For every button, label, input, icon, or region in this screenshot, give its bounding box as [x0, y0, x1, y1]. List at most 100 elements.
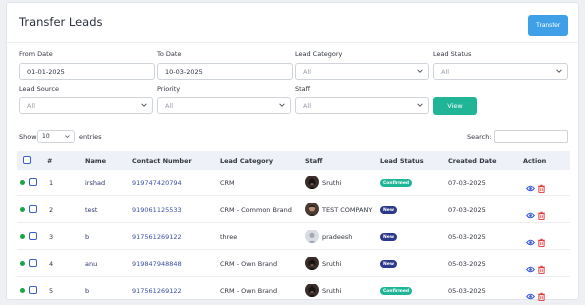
staff-value: All	[303, 101, 312, 110]
lead-category-label: Lead Category	[295, 50, 343, 58]
select-all-checkbox[interactable]	[23, 156, 31, 164]
lead-category-select[interactable]: All	[295, 63, 429, 80]
lead-name: irshad	[85, 179, 106, 187]
staff-name: Sruthi	[322, 179, 342, 187]
avatar	[305, 202, 319, 216]
header-category[interactable]: Lead Category	[220, 157, 273, 165]
priority-select[interactable]: All	[157, 97, 291, 114]
entries-label: entries	[79, 133, 102, 141]
row-number: 3	[49, 233, 54, 241]
table-row: 1 irshad 919747420794 CRM Sruthi Confirmed 07-…	[17, 169, 570, 196]
chevron-down-icon	[417, 103, 423, 107]
chevron-down-icon	[556, 69, 562, 73]
contact-number[interactable]: 917561269122	[132, 287, 182, 295]
row-checkbox[interactable]	[29, 232, 37, 240]
show-label: Show	[19, 133, 37, 141]
chevron-down-icon	[417, 69, 423, 73]
search-input[interactable]	[494, 130, 568, 143]
from-date-label: From Date	[19, 50, 53, 58]
header-staff[interactable]: Staff	[305, 157, 322, 165]
priority-label: Priority	[157, 85, 181, 93]
lead-name: b	[85, 287, 90, 295]
row-number: 1	[49, 179, 54, 187]
lead-status-select[interactable]: All	[433, 63, 568, 80]
search-label: Search:	[467, 133, 492, 141]
created-date: 05-03-2025	[448, 287, 486, 295]
delete-icon[interactable]	[537, 259, 546, 275]
view-icon[interactable]	[526, 232, 535, 246]
lead-status-value: All	[441, 67, 450, 76]
to-date-value: 10-03-2025	[165, 67, 203, 76]
header-status[interactable]: Lead Status	[380, 157, 424, 165]
transfer-button[interactable]: Transfer	[528, 15, 568, 36]
active-status-dot	[20, 261, 25, 266]
view-button[interactable]: View	[433, 97, 477, 115]
row-checkbox[interactable]	[29, 286, 37, 294]
created-date: 05-03-2025	[448, 260, 486, 268]
entries-value: 10	[42, 133, 50, 140]
priority-value: All	[165, 101, 174, 110]
contact-number[interactable]: 917561269122	[132, 233, 182, 241]
delete-icon[interactable]	[537, 205, 546, 221]
avatar	[305, 229, 319, 243]
view-icon[interactable]	[526, 178, 535, 192]
status-badge: Confirmed	[380, 287, 413, 295]
row-number: 4	[49, 260, 54, 268]
header-divider	[7, 42, 580, 43]
lead-source-select[interactable]: All	[19, 97, 153, 114]
to-date-input[interactable]: 10-03-2025	[157, 63, 293, 80]
delete-icon[interactable]	[537, 178, 546, 194]
contact-number[interactable]: 919061125533	[132, 206, 182, 214]
status-badge: New	[380, 260, 397, 268]
header-name[interactable]: Name	[85, 157, 106, 165]
row-checkbox[interactable]	[29, 259, 37, 267]
lead-category: CRM - Own Brand	[220, 287, 278, 295]
view-icon[interactable]	[526, 259, 535, 273]
active-status-dot	[20, 288, 25, 293]
header-date[interactable]: Created Date	[448, 157, 497, 165]
avatar	[305, 175, 319, 189]
contact-number[interactable]: 919847948848	[132, 260, 182, 268]
lead-category: CRM	[220, 179, 235, 187]
created-date: 05-03-2025	[448, 233, 486, 241]
chevron-down-icon	[65, 135, 70, 139]
view-icon[interactable]	[526, 286, 535, 300]
status-badge: Confirmed	[380, 179, 413, 187]
lead-source-label: Lead Source	[19, 85, 60, 93]
staff-name: pradeesh	[322, 233, 353, 241]
entries-select[interactable]: 10	[37, 130, 75, 143]
page-title: Transfer Leads	[19, 15, 103, 29]
lead-category: CRM - Common Brand	[220, 206, 292, 214]
active-status-dot	[20, 207, 25, 212]
lead-name: anu	[85, 260, 98, 268]
delete-icon[interactable]	[537, 232, 546, 248]
view-icon[interactable]	[526, 205, 535, 219]
row-checkbox[interactable]	[29, 178, 37, 186]
header-number[interactable]: #	[47, 157, 52, 165]
staff-select[interactable]: All	[295, 97, 429, 114]
from-date-value: 01-01-2025	[27, 67, 65, 76]
row-number: 5	[49, 287, 54, 295]
row-checkbox[interactable]	[29, 205, 37, 213]
status-badge: New	[380, 233, 397, 241]
lead-category-value: All	[303, 67, 312, 76]
active-status-dot	[20, 234, 25, 239]
staff-label: Staff	[295, 85, 311, 93]
to-date-label: To Date	[157, 50, 182, 58]
status-badge: New	[380, 206, 397, 214]
delete-icon[interactable]	[537, 286, 546, 302]
created-date: 07-03-2025	[448, 206, 486, 214]
staff-name: Sruthi	[322, 287, 342, 295]
lead-name: b	[85, 233, 90, 241]
lead-name: test	[85, 206, 98, 214]
contact-number[interactable]: 919747420794	[132, 179, 182, 187]
header-action: Action	[523, 157, 547, 165]
staff-name: Sruthi	[322, 260, 342, 268]
row-number: 2	[49, 206, 54, 214]
avatar	[305, 283, 319, 297]
active-status-dot	[20, 180, 25, 185]
table-row: 3 b 917561269122 three pradeesh New 05-03-2025	[17, 223, 570, 250]
header-contact[interactable]: Contact Number	[132, 157, 192, 165]
from-date-input[interactable]: 01-01-2025	[19, 63, 155, 80]
lead-category: three	[220, 233, 238, 241]
